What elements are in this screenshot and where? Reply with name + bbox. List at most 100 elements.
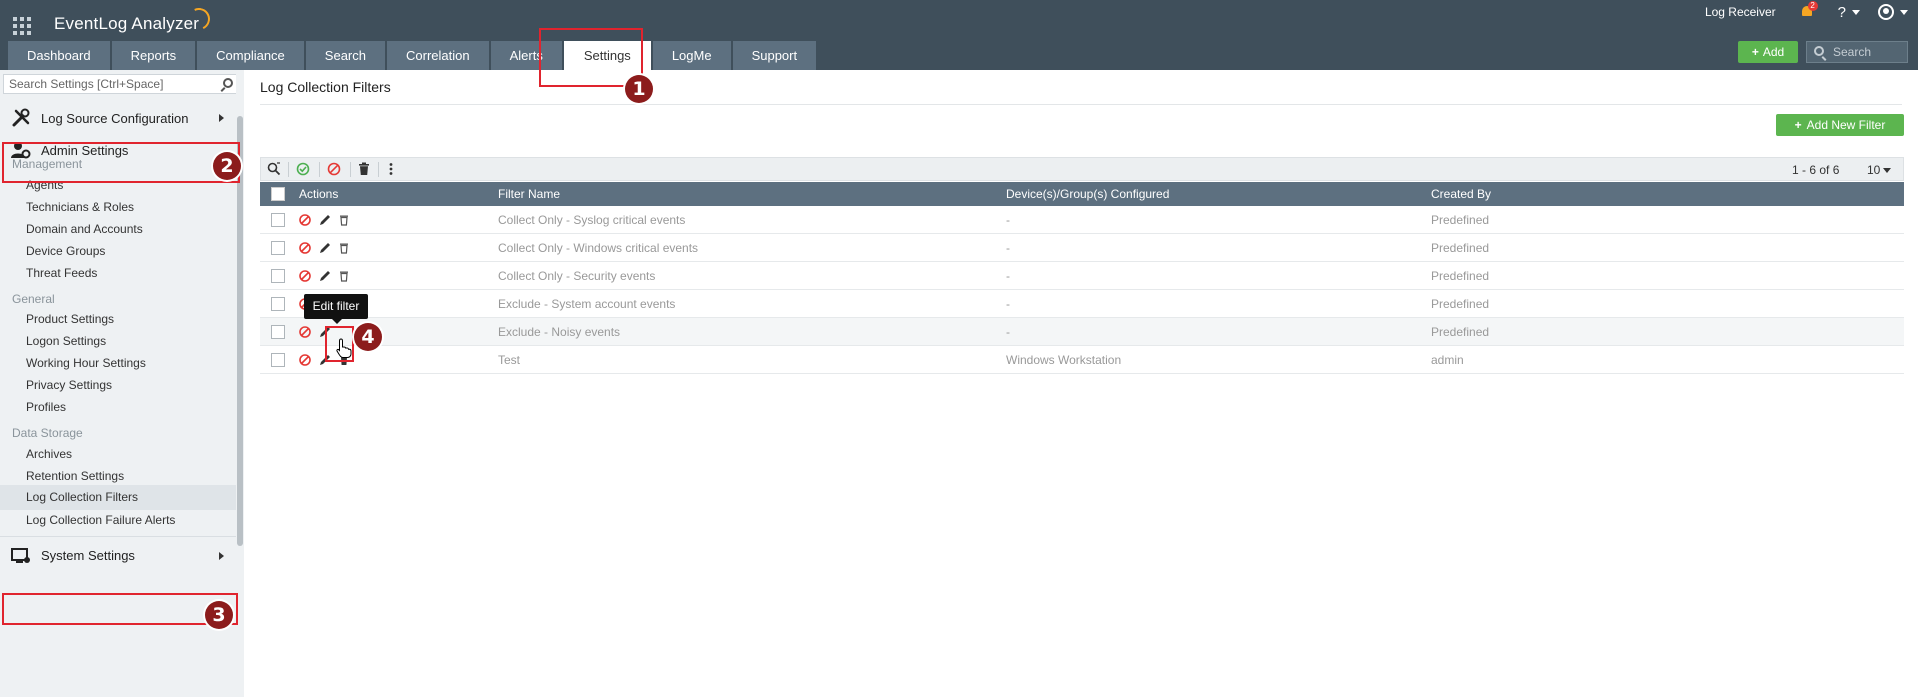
- devices-cell: -: [1006, 269, 1010, 283]
- page-size-select[interactable]: 10: [1867, 163, 1892, 177]
- main-content: Log Collection Filters + Add New Filter: [244, 70, 1918, 697]
- filter-name-cell[interactable]: Collect Only - Windows critical events: [498, 241, 698, 255]
- app-grid-icon[interactable]: [13, 17, 31, 35]
- annotation-marker-3: 3: [205, 601, 233, 629]
- tab-dashboard[interactable]: Dashboard: [8, 41, 110, 70]
- enable-check-icon[interactable]: [296, 162, 310, 176]
- table-row: Exclude - Noisy events - Predefined: [260, 318, 1904, 346]
- tab-compliance[interactable]: Compliance: [197, 41, 304, 70]
- annotation-marker-4: 4: [354, 323, 382, 351]
- sidebar-item-archives[interactable]: Archives: [26, 447, 72, 461]
- column-header-devices[interactable]: Device(s)/Group(s) Configured: [1006, 187, 1169, 201]
- filter-name-cell[interactable]: Exclude - Noisy events: [498, 325, 620, 339]
- sidebar-item-working-hour-settings[interactable]: Working Hour Settings: [26, 356, 146, 370]
- disable-block-icon[interactable]: [298, 353, 312, 367]
- created-by-cell: Predefined: [1431, 297, 1490, 311]
- disable-block-icon[interactable]: [298, 325, 312, 339]
- page-title: Log Collection Filters: [260, 79, 391, 95]
- filter-name-cell[interactable]: Exclude - System account events: [498, 297, 675, 311]
- filter-name-cell[interactable]: Collect Only - Syslog critical events: [498, 213, 685, 227]
- pagination-info: 1 - 6 of 6: [1792, 163, 1840, 177]
- sidebar-log-source-label: Log Source Configuration: [41, 110, 189, 126]
- created-by-cell: Predefined: [1431, 269, 1490, 283]
- table-row: Test Windows Workstation admin: [260, 346, 1904, 374]
- disable-block-icon[interactable]: [298, 213, 312, 227]
- row-checkbox[interactable]: [271, 213, 285, 227]
- annotation-marker-2: 2: [213, 152, 241, 180]
- column-header-created-by[interactable]: Created By: [1431, 187, 1491, 201]
- global-search-input[interactable]: Search: [1806, 41, 1908, 63]
- delete-trash-icon[interactable]: [337, 269, 351, 283]
- tab-correlation[interactable]: Correlation: [387, 41, 489, 70]
- column-header-filter-name[interactable]: Filter Name: [498, 187, 560, 201]
- sidebar-item-technicians-roles[interactable]: Technicians & Roles: [26, 200, 134, 214]
- edit-pencil-icon[interactable]: [318, 213, 332, 227]
- delete-trash-icon[interactable]: [337, 213, 351, 227]
- table-row: Collect Only - Syslog critical events - …: [260, 206, 1904, 234]
- edit-pencil-icon[interactable]: [318, 269, 332, 283]
- sidebar-item-threat-feeds[interactable]: Threat Feeds: [26, 266, 97, 280]
- chevron-down-icon: [1883, 168, 1892, 174]
- table-row: Collect Only - Windows critical events -…: [260, 234, 1904, 262]
- notification-bell-icon[interactable]: 2: [1800, 1, 1818, 19]
- search-filter-icon[interactable]: [267, 162, 281, 176]
- toolbar-separator: [350, 162, 351, 177]
- sidebar-item-product-settings[interactable]: Product Settings: [26, 312, 114, 326]
- delete-trash-icon[interactable]: [337, 241, 351, 255]
- sidebar-header-data-storage: Data Storage: [12, 426, 83, 440]
- toolbar-separator: [319, 162, 320, 177]
- disable-block-icon[interactable]: [327, 162, 341, 176]
- tab-support[interactable]: Support: [732, 41, 817, 70]
- sidebar-item-log-collection-filters[interactable]: Log Collection Filters: [0, 485, 236, 510]
- title-divider: [260, 104, 1902, 105]
- user-dropdown-caret-icon[interactable]: [1900, 9, 1908, 15]
- row-checkbox[interactable]: [271, 297, 285, 311]
- sidebar-item-privacy-settings[interactable]: Privacy Settings: [26, 378, 112, 392]
- delete-trash-icon[interactable]: [357, 162, 371, 176]
- plus-icon: +: [1794, 118, 1802, 132]
- user-avatar-icon[interactable]: [1878, 4, 1894, 20]
- top-right-controls: Log Receiver 2 ?: [1705, 1, 1908, 21]
- devices-cell: -: [1006, 213, 1010, 227]
- settings-search-input[interactable]: Search Settings [Ctrl+Space]: [3, 74, 240, 94]
- settings-search-placeholder: Search Settings [Ctrl+Space]: [9, 77, 164, 91]
- global-search-placeholder: Search: [1833, 45, 1872, 59]
- add-new-filter-label: Add New Filter: [1806, 118, 1886, 132]
- column-header-actions: Actions: [299, 187, 339, 201]
- add-button[interactable]: + Add: [1738, 41, 1798, 63]
- row-checkbox[interactable]: [271, 353, 285, 367]
- table-row: Exclude - System account events - Predef…: [260, 290, 1904, 318]
- sidebar-item-device-groups[interactable]: Device Groups: [26, 244, 105, 258]
- more-options-vertical-icon[interactable]: [384, 162, 398, 176]
- monitor-gear-icon: [11, 547, 30, 563]
- sidebar-item-profiles[interactable]: Profiles: [26, 400, 66, 414]
- sidebar-item-domain-accounts[interactable]: Domain and Accounts: [26, 222, 143, 236]
- row-checkbox[interactable]: [271, 325, 285, 339]
- toolbar-separator: [378, 162, 379, 177]
- sidebar-item-logon-settings[interactable]: Logon Settings: [26, 334, 106, 348]
- devices-cell: -: [1006, 325, 1010, 339]
- toolbar-separator: [288, 162, 289, 177]
- filter-name-cell[interactable]: Test: [498, 353, 520, 367]
- select-all-checkbox[interactable]: [271, 187, 285, 201]
- sidebar-item-retention-settings[interactable]: Retention Settings: [26, 469, 124, 483]
- created-by-cell: admin: [1431, 353, 1464, 367]
- main-nav-tabs: Dashboard Reports Compliance Search Corr…: [8, 41, 817, 70]
- tab-logme[interactable]: LogMe: [652, 41, 731, 70]
- search-icon[interactable]: [223, 78, 233, 88]
- add-new-filter-button[interactable]: + Add New Filter: [1776, 114, 1904, 136]
- sidebar-item-log-collection-failure-alerts[interactable]: Log Collection Failure Alerts: [26, 513, 175, 527]
- disable-block-icon[interactable]: [298, 269, 312, 283]
- row-checkbox[interactable]: [271, 269, 285, 283]
- edit-pencil-icon[interactable]: [318, 241, 332, 255]
- disable-block-icon[interactable]: [298, 241, 312, 255]
- row-checkbox[interactable]: [271, 241, 285, 255]
- created-by-cell: Predefined: [1431, 241, 1490, 255]
- help-dropdown-caret-icon[interactable]: [1852, 9, 1860, 15]
- log-receiver-link[interactable]: Log Receiver: [1705, 5, 1776, 19]
- tab-search[interactable]: Search: [305, 41, 385, 70]
- help-icon[interactable]: ?: [1838, 4, 1846, 21]
- filter-name-cell[interactable]: Collect Only - Security events: [498, 269, 655, 283]
- tab-reports[interactable]: Reports: [111, 41, 196, 70]
- sidebar-system-settings[interactable]: System Settings: [0, 536, 236, 574]
